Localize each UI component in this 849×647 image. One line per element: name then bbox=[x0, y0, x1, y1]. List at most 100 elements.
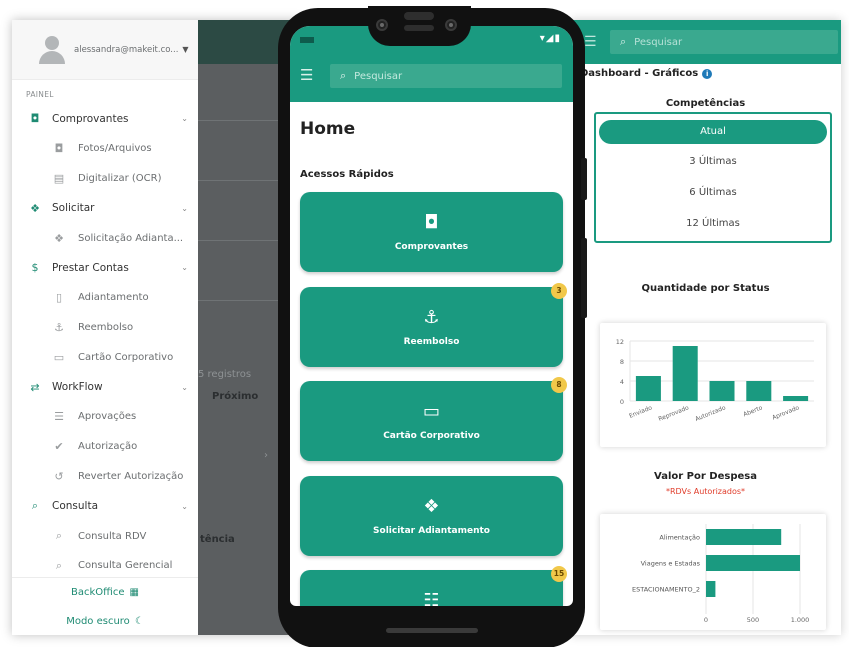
chevron-down-icon: ⌄ bbox=[181, 203, 188, 213]
search-placeholder: Pesquisar bbox=[354, 70, 403, 82]
competencia-option[interactable]: 6 Últimas bbox=[599, 181, 827, 205]
quick-access-card[interactable]: ❖ Solicitar Adiantamento bbox=[300, 475, 563, 556]
sidebar-item-label: Consulta Gerencial bbox=[78, 560, 173, 572]
sidebar-item[interactable]: ⌕ Consulta ⌄ bbox=[12, 491, 198, 521]
x-tick-label: 1.000 bbox=[791, 616, 810, 624]
sidebar-item[interactable]: ⌕ Consulta RDV bbox=[12, 521, 198, 551]
quick-access-card[interactable]: ▭ Cartão Corporativo 8 bbox=[300, 377, 567, 461]
search-input[interactable]: ⌕ Pesquisar bbox=[610, 30, 838, 54]
avatar bbox=[36, 34, 68, 66]
x-tick-label: Aprovado bbox=[771, 404, 800, 421]
dashboard-heading: Dashboard - Gráficos bbox=[580, 68, 699, 79]
x-tick-label: 500 bbox=[747, 616, 759, 624]
sidebar-item[interactable]: ✔ Autorização bbox=[12, 432, 198, 462]
y-tick-label: Viagens e Estadas bbox=[641, 560, 701, 568]
bar bbox=[706, 555, 800, 571]
bar bbox=[709, 381, 735, 401]
hamburger-icon[interactable]: ☰ bbox=[584, 34, 597, 50]
sidebar-item[interactable]: ❖ Solicitar ⌄ bbox=[12, 193, 198, 223]
search-placeholder: Pesquisar bbox=[634, 36, 683, 48]
chevron-down-icon: ⌄ bbox=[181, 501, 188, 511]
x-tick-label: Aberto bbox=[742, 404, 764, 418]
user-menu[interactable]: alessandra@makeit.co... ▼ bbox=[12, 20, 198, 80]
y-tick-label: ESTACIONAMENTO_2 bbox=[632, 586, 700, 594]
sidebar-item[interactable]: ▤ Digitalizar (OCR) bbox=[12, 164, 198, 194]
quick-access-card[interactable]: ◘ Comprovantes bbox=[300, 192, 563, 272]
sidebar-item[interactable]: ▭ Cartão Corporativo bbox=[12, 342, 198, 372]
sidebar-item[interactable]: ☰ Aprovações bbox=[12, 402, 198, 432]
scanner-icon: ▤ bbox=[53, 171, 65, 185]
credit-card-icon: ▭ bbox=[422, 401, 440, 422]
chevron-down-icon: ⌄ bbox=[181, 382, 188, 392]
bar bbox=[783, 396, 809, 401]
sidebar-item[interactable]: ◘ Comprovantes ⌄ bbox=[12, 104, 198, 134]
search-icon: ⌕ bbox=[620, 35, 627, 48]
sidebar-item[interactable]: ❖ Solicitação Adianta... bbox=[12, 223, 198, 253]
competencia-option[interactable]: 12 Últimas bbox=[599, 212, 827, 236]
records-count: 5 registros bbox=[198, 369, 252, 380]
calculator-icon: ☷ bbox=[423, 590, 440, 606]
sidebar-item[interactable]: ▯ Adiantamento bbox=[12, 283, 198, 313]
quick-access-card[interactable]: ☷ 15 bbox=[300, 566, 567, 606]
page-title: Dashboard - Gráficos i bbox=[580, 68, 713, 79]
search-icon: ⌕ bbox=[31, 499, 39, 513]
backoffice-link[interactable]: BackOffice ▦ bbox=[12, 578, 198, 607]
moon-icon: ☾ bbox=[134, 616, 144, 627]
hand-dollar-icon: ⚓ bbox=[54, 320, 64, 334]
status-chart-card: 0 4 8 12 Enviado Reprovado Autorizado Aberto Apr… bbox=[600, 323, 826, 447]
sidebar-menu: ◘ Comprovantes ⌄ ◘ Fotos/Arquivos ▤ Digitaliza… bbox=[12, 104, 198, 581]
dark-mode-toggle[interactable]: Modo escuro ☾ bbox=[12, 607, 198, 635]
search-input[interactable]: ⌕ Pesquisar bbox=[330, 64, 562, 88]
hamburger-icon[interactable]: ☰ bbox=[300, 66, 313, 84]
y-tick-label: 4 bbox=[620, 378, 624, 386]
quick-access-card[interactable]: ⚓ Reembolso 3 bbox=[300, 282, 567, 367]
y-tick-label: 0 bbox=[620, 398, 624, 406]
sidebar-item[interactable]: ⚓ Reembolso bbox=[12, 313, 198, 343]
bar bbox=[635, 376, 661, 401]
sidebar-item[interactable]: $ Prestar Contas ⌄ bbox=[12, 253, 198, 283]
competencia-option[interactable]: Atual bbox=[599, 120, 827, 144]
sidebar-footer: BackOffice ▦ Modo escuro ☾ bbox=[12, 577, 198, 635]
volume-button bbox=[581, 238, 587, 318]
competencia-option[interactable]: 3 Últimas bbox=[599, 150, 827, 174]
bar bbox=[706, 581, 716, 597]
competencias-title: Competências bbox=[665, 98, 746, 109]
chevron-down-icon: ⌄ bbox=[181, 114, 188, 124]
camera-icon: ◘ bbox=[424, 212, 439, 233]
column-header-fragment: tência bbox=[200, 534, 235, 545]
sidebar-item[interactable]: ⇄ WorkFlow ⌄ bbox=[12, 372, 198, 402]
front-camera-icon bbox=[376, 19, 388, 31]
quick-access-label: Reembolso bbox=[403, 336, 460, 347]
speaker-grille bbox=[404, 12, 434, 20]
search-icon: ⌕ bbox=[55, 558, 63, 572]
info-icon[interactable]: i bbox=[702, 68, 713, 79]
sidebar-item[interactable]: ◘ Fotos/Arquivos bbox=[12, 134, 198, 164]
next-page-link[interactable]: Próximo bbox=[212, 391, 258, 402]
count-badge: 3 bbox=[551, 282, 567, 299]
home-indicator bbox=[386, 628, 478, 633]
document-icon: ▯ bbox=[55, 291, 63, 305]
undo-clock-icon: ↺ bbox=[54, 469, 64, 483]
despesa-chart-title: Valor Por Despesa bbox=[654, 471, 757, 482]
quick-access-label: Solicitar Adiantamento bbox=[373, 525, 490, 536]
caret-down-icon: ▼ bbox=[182, 45, 189, 54]
sidebar-item-label: Reverter Autorização bbox=[78, 470, 184, 482]
competencias-selector: Atual 3 Últimas 6 Últimas 12 Últimas bbox=[594, 112, 832, 243]
money-chat-icon: ❖ bbox=[30, 201, 40, 215]
bar bbox=[672, 346, 698, 401]
sidebar-item[interactable]: ↺ Reverter Autorização bbox=[12, 462, 198, 492]
chevron-right-icon[interactable]: › bbox=[264, 450, 268, 461]
y-tick-label: 12 bbox=[616, 338, 624, 346]
count-badge: 15 bbox=[551, 566, 567, 582]
dollar-icon: $ bbox=[31, 261, 39, 275]
bar bbox=[706, 529, 782, 545]
search-icon: ⌕ bbox=[340, 69, 347, 82]
y-tick-label: Alimentação bbox=[659, 534, 700, 542]
sidebar-item-label: Digitalizar (OCR) bbox=[78, 172, 162, 184]
sidebar-item-label: WorkFlow bbox=[52, 381, 103, 394]
search-icon: ⌕ bbox=[55, 529, 63, 543]
sidebar-item-label: Prestar Contas bbox=[52, 261, 129, 274]
despesa-chart-card: 0 500 1.000 Alimentação Viagens e Estadas EST… bbox=[600, 514, 826, 630]
y-tick-label: 8 bbox=[620, 358, 624, 366]
despesa-chart-note: *RDVs Autorizados* bbox=[665, 487, 746, 496]
